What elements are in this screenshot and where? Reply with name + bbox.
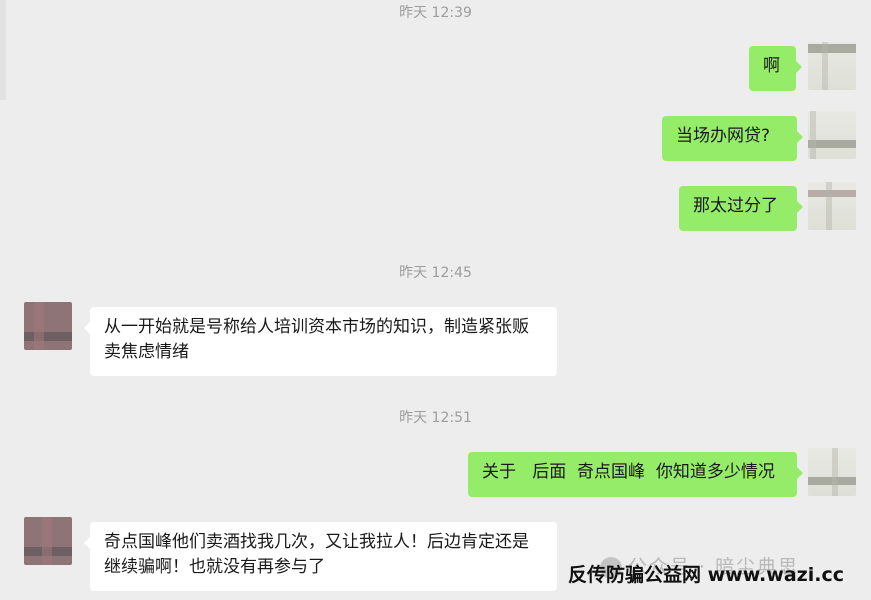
message-bubble-sent[interactable]: 那太过分了 [679, 186, 803, 231]
message-bubble-received[interactable]: 从一开始就是号称给人培训资本市场的知识，制造紧张贩卖焦虑情绪 [84, 307, 557, 376]
timestamp: 昨天 12:39 [399, 5, 472, 21]
avatar-self[interactable] [808, 111, 856, 159]
brand-overlay: 反传防骗公益网 www.wazi.cc [568, 564, 844, 586]
message-bubble-sent[interactable]: 当场办网贷? [662, 116, 803, 161]
timestamp: 昨天 12:51 [399, 410, 472, 426]
avatar-self[interactable] [808, 42, 856, 90]
message-bubble-received[interactable]: 奇点国峰他们卖酒找我几次，又让我拉人！后边肯定还是继续骗啊！也就没有再参与了 [84, 522, 557, 591]
message-bubble-sent[interactable]: 啊 [749, 46, 802, 91]
avatar-contact[interactable] [24, 517, 72, 565]
avatar-self[interactable] [808, 182, 856, 230]
message-bubble-sent[interactable]: 关于 后面 奇点国峰 你知道多少情况 [468, 452, 803, 497]
avatar-self[interactable] [808, 448, 856, 496]
timestamp: 昨天 12:45 [399, 265, 472, 281]
avatar-contact[interactable] [24, 302, 72, 350]
